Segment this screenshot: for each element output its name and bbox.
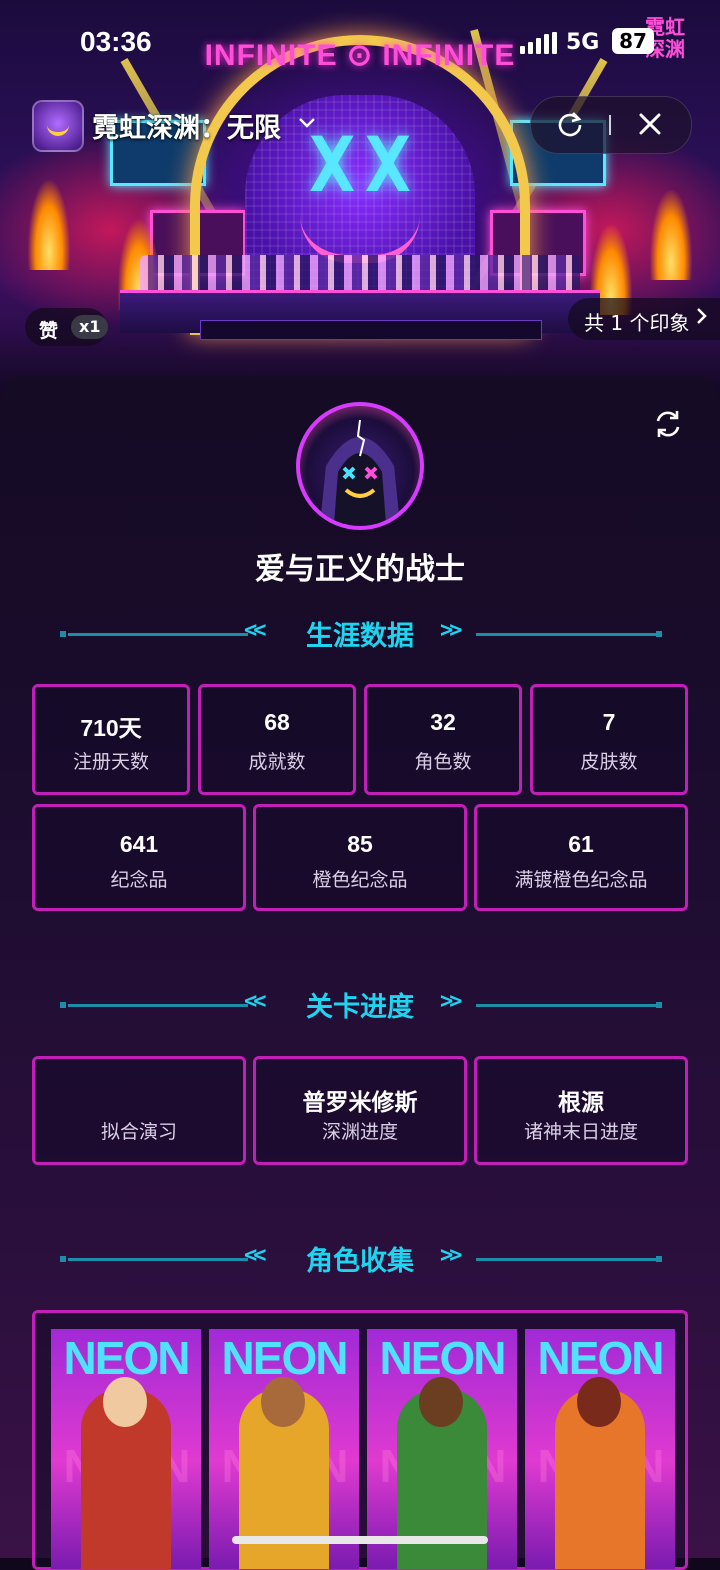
progress-abyss: 普罗米修斯 深渊进度: [253, 1056, 467, 1165]
stat-value: 85: [347, 831, 373, 857]
character-card[interactable]: NEON NEON: [525, 1329, 675, 1569]
stat-value: 61: [568, 831, 594, 857]
character-head: [419, 1377, 463, 1427]
stat-value: 710天: [80, 715, 142, 741]
stat-souvenirs: 641 纪念品: [32, 804, 246, 911]
section-label: 角色收集: [306, 1246, 414, 1277]
bracket-right-icon: >>: [440, 1243, 462, 1268]
bracket-right-icon: >>: [440, 989, 462, 1014]
capsule-divider: [609, 115, 611, 135]
stat-full-gilded-souvenirs: 61 满镀橙色纪念品: [474, 804, 688, 911]
flame-decoration: [650, 190, 692, 280]
stat-label: 满镀橙色纪念品: [514, 869, 648, 891]
like-count: x1: [71, 315, 109, 339]
network-type: 5G: [566, 30, 600, 55]
swap-icon[interactable]: [652, 408, 684, 440]
app-title[interactable]: 霓虹深渊：无限: [92, 106, 281, 145]
progress-ragnarok: 根源 诸神末日进度: [474, 1056, 688, 1165]
stat-value: 7: [602, 709, 616, 735]
progress-label: 拟合演习: [100, 1121, 177, 1143]
player-nickname: 爱与正义的战士: [255, 552, 465, 587]
stat-value: 68: [264, 709, 290, 735]
progress-value: 根源: [558, 1089, 604, 1115]
chevron-down-icon[interactable]: [298, 110, 316, 135]
bracket-left-icon: <<: [244, 618, 266, 643]
character-head: [261, 1377, 305, 1427]
like-button[interactable]: 赞 x1: [25, 308, 109, 346]
section-title-career: << 生涯数据 >>: [0, 614, 720, 654]
close-icon[interactable]: [635, 109, 665, 139]
stat-achievements: 68 成就数: [198, 684, 356, 795]
stat-label: 角色数: [414, 751, 472, 773]
section-title-progress: << 关卡进度 >>: [0, 985, 720, 1025]
like-label: 赞: [39, 320, 59, 342]
app-icon[interactable]: [32, 100, 84, 152]
stat-label: 皮肤数: [580, 751, 638, 773]
signal-icon: [520, 32, 557, 54]
impressions-label: 共 1 个印象: [584, 311, 690, 335]
status-bar: 03:36 5G 87: [0, 0, 720, 80]
progress-simulation-drill: 拟合演习: [32, 1056, 246, 1165]
bracket-right-icon: >>: [440, 618, 462, 643]
impressions-button[interactable]: 共 1 个印象: [568, 298, 720, 340]
progress-label: 诸神末日进度: [523, 1121, 638, 1143]
character-head: [577, 1377, 621, 1427]
progress-value: 普罗米修斯: [302, 1089, 418, 1115]
refresh-icon[interactable]: [557, 111, 583, 137]
stat-characters: 32 角色数: [364, 684, 522, 795]
home-indicator[interactable]: [232, 1536, 488, 1544]
flame-decoration: [28, 180, 70, 270]
section-label: 关卡进度: [306, 992, 414, 1023]
chevron-right-icon: [696, 306, 708, 331]
character-card[interactable]: NEON NEON: [367, 1329, 517, 1569]
stat-label: 橙色纪念品: [312, 869, 408, 891]
section-label: 生涯数据: [306, 621, 414, 652]
character-head: [103, 1377, 147, 1427]
stat-label: 纪念品: [110, 869, 168, 891]
stat-skins: 7 皮肤数: [530, 684, 688, 795]
section-title-roles: << 角色收集 >>: [0, 1239, 720, 1279]
character-card[interactable]: NEON NEON: [51, 1329, 201, 1569]
bracket-left-icon: <<: [244, 989, 266, 1014]
stat-value: 641: [119, 831, 159, 857]
stat-orange-souvenirs: 85 橙色纪念品: [253, 804, 467, 911]
stat-value: 32: [430, 709, 456, 735]
stat-label: 注册天数: [72, 751, 149, 773]
stat-registered-days: 710天 注册天数: [32, 684, 190, 795]
clock: 03:36: [80, 26, 152, 57]
avatar[interactable]: [296, 402, 424, 530]
bracket-left-icon: <<: [244, 1243, 266, 1268]
progress-label: 深渊进度: [321, 1121, 398, 1143]
pixel-crowd: [140, 255, 580, 295]
character-collection: NEON NEON NEON NEON NEON NEON NEON NEON: [32, 1310, 688, 1570]
miniapp-capsule: [530, 96, 692, 154]
battery-icon: 87: [612, 28, 654, 54]
character-card[interactable]: NEON NEON: [209, 1329, 359, 1569]
stat-label: 成就数: [248, 751, 306, 773]
